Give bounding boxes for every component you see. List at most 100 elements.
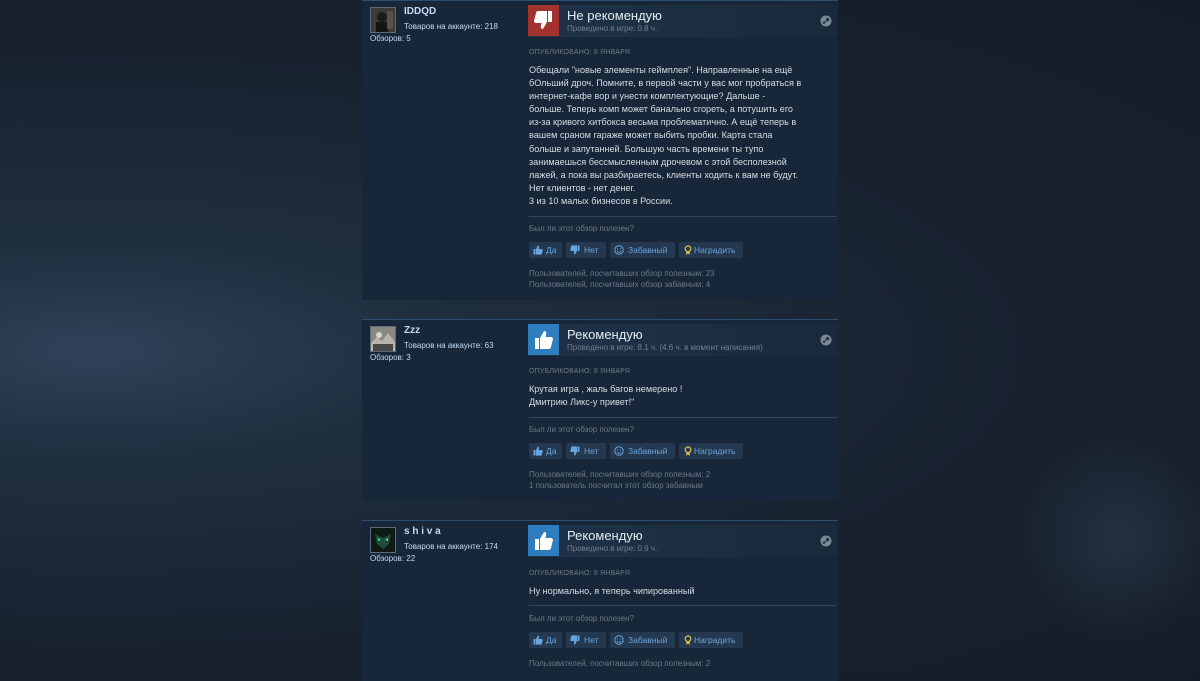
award-button[interactable]: Наградить (679, 443, 743, 459)
review-stats: Пользователей, посчитавших обзор полезны… (529, 268, 715, 290)
review-line: лажей, а пока вы разбираетесь, клиенты х… (529, 169, 798, 180)
vote-header[interactable]: Не рекомендую Проведено в игре: 0.8 ч. (528, 5, 838, 37)
playtime: Проведено в игре: 0.9 ч. (567, 544, 658, 553)
review-card: Zzz Товаров на аккаунте: 63 Обзоров: 3 Р… (362, 319, 838, 501)
review-line: Нет клиентов - нет денег. (529, 182, 636, 193)
review-body: Обещали "новые элементы геймплея". Напра… (529, 64, 834, 208)
thumbs-up-icon (528, 525, 559, 556)
vote-title[interactable]: Не рекомендую (567, 8, 662, 23)
stats-line: Пользователей, посчитавших обзор забавны… (529, 280, 711, 289)
author-name[interactable]: s h i v a (404, 526, 441, 537)
thumbs-down-icon (570, 245, 580, 255)
review-body: Ну нормально, я теперь чипированный (529, 585, 834, 598)
vote-funny-button[interactable]: Забавный (610, 443, 675, 459)
stats-line: Пользователей, посчитавших обзор полезны… (529, 659, 711, 668)
author-products-count[interactable]: Товаров на аккаунте: 174 (404, 542, 498, 551)
thumbs-up-icon (533, 635, 543, 645)
author-reviews-count[interactable]: Обзоров: 22 (370, 554, 415, 563)
smiley-icon (614, 446, 624, 456)
vote-yes-button[interactable]: Да (529, 242, 562, 258)
posted-date: ОПУБЛИКОВАНО: 8 ЯНВАРЯ (529, 49, 631, 56)
smiley-icon (614, 245, 624, 255)
vote-title[interactable]: Рекомендую (567, 327, 643, 342)
steam-icon (820, 15, 832, 27)
smiley-icon (614, 635, 624, 645)
posted-date: ОПУБЛИКОВАНО: 8 ЯНВАРЯ (529, 570, 631, 577)
divider (529, 605, 837, 606)
review-line: Ну нормально, я теперь чипированный (529, 586, 695, 596)
thumbs-up-icon (528, 324, 559, 355)
review-line: вашем сраном гараже может выбить пробки.… (529, 130, 773, 141)
helpful-question: Был ли этот обзор полезен? (529, 614, 634, 623)
author-avatar[interactable] (370, 7, 396, 33)
vote-yes-button[interactable]: Да (529, 632, 562, 648)
review-line: из-за кривого хитбокса весьма проблемати… (529, 117, 797, 128)
thumbs-down-icon (528, 5, 559, 36)
divider (529, 417, 837, 418)
vote-no-label: Нет (584, 245, 599, 255)
review-line: больше. Теперь комп может банально сгоре… (529, 104, 793, 115)
award-ribbon-icon (684, 245, 692, 255)
review-line: Крутая игра , жаль багов немерено ! (529, 384, 683, 394)
author-products-count[interactable]: Товаров на аккаунте: 63 (404, 341, 494, 350)
review-line: больше и запутанней. Большую часть време… (529, 143, 764, 154)
thumbs-down-icon (570, 635, 580, 645)
posted-date: ОПУБЛИКОВАНО: 8 ЯНВАРЯ (529, 368, 631, 375)
review-body: Крутая игра , жаль багов немерено ! Дмит… (529, 383, 834, 409)
vote-header[interactable]: Рекомендую Проведено в игре: 8.1 ч. (4.6… (528, 324, 838, 356)
steam-icon (820, 334, 832, 346)
vote-no-label: Нет (584, 635, 599, 645)
review-line: занимаешься бессмысленным дрочевом с это… (529, 156, 787, 167)
review-card: s h i v a Товаров на аккаунте: 174 Обзор… (362, 520, 838, 681)
author-avatar[interactable] (370, 326, 396, 352)
helpful-question: Был ли этот обзор полезен? (529, 425, 634, 434)
steam-icon (820, 535, 832, 547)
stats-line: 1 пользователь посчитал этот обзор забав… (529, 481, 703, 490)
author-name[interactable]: IDDQD (404, 6, 436, 17)
background-glow (1010, 430, 1200, 650)
award-label: Наградить (694, 446, 736, 456)
reviews-column: IDDQD Товаров на аккаунте: 218 Обзоров: … (362, 0, 840, 681)
vote-no-button[interactable]: Нет (566, 443, 606, 459)
vote-title[interactable]: Рекомендую (567, 528, 643, 543)
award-ribbon-icon (684, 635, 692, 645)
thumbs-up-icon (533, 245, 543, 255)
award-ribbon-icon (684, 446, 692, 456)
vote-header[interactable]: Рекомендую Проведено в игре: 0.9 ч. (528, 525, 838, 557)
award-label: Наградить (694, 245, 736, 255)
playtime: Проведено в игре: 8.1 ч. (4.6 ч. в момен… (567, 343, 763, 352)
review-stats: Пользователей, посчитавших обзор полезны… (529, 658, 710, 669)
review-line: Обещали "новые элементы геймплея". Напра… (529, 65, 793, 75)
author-reviews-count[interactable]: Обзоров: 3 (370, 353, 411, 362)
review-line: Дмитрию Ликс-у привет!" (529, 397, 635, 408)
author-name[interactable]: Zzz (404, 325, 420, 336)
vote-no-button[interactable]: Нет (566, 632, 606, 648)
review-card: IDDQD Товаров на аккаунте: 218 Обзоров: … (362, 0, 838, 300)
vote-funny-label: Забавный (628, 245, 668, 255)
award-button[interactable]: Наградить (679, 242, 743, 258)
stats-line: Пользователей, посчитавших обзор полезны… (529, 269, 715, 278)
vote-funny-label: Забавный (628, 446, 668, 456)
vote-funny-button[interactable]: Забавный (610, 632, 675, 648)
vote-yes-button[interactable]: Да (529, 443, 562, 459)
helpful-question: Был ли этот обзор полезен? (529, 224, 634, 233)
review-line: интернет-кафе вор и унести комплектующие… (529, 91, 766, 102)
vote-yes-label: Да (546, 245, 557, 255)
award-button[interactable]: Наградить (679, 632, 743, 648)
author-products-count[interactable]: Товаров на аккаунте: 218 (404, 22, 498, 31)
award-label: Наградить (694, 635, 736, 645)
vote-no-label: Нет (584, 446, 599, 456)
vote-funny-button[interactable]: Забавный (610, 242, 675, 258)
review-stats: Пользователей, посчитавших обзор полезны… (529, 469, 710, 491)
vote-no-button[interactable]: Нет (566, 242, 606, 258)
vote-yes-label: Да (546, 446, 557, 456)
playtime: Проведено в игре: 0.8 ч. (567, 24, 658, 33)
vote-funny-label: Забавный (628, 635, 668, 645)
author-avatar[interactable] (370, 527, 396, 553)
thumbs-down-icon (570, 446, 580, 456)
author-reviews-count[interactable]: Обзоров: 5 (370, 34, 411, 43)
divider (529, 216, 837, 217)
thumbs-up-icon (533, 446, 543, 456)
stats-line: Пользователей, посчитавших обзор полезны… (529, 470, 711, 479)
review-line: бОльший дроч. Помните, в первой части у … (529, 78, 802, 89)
